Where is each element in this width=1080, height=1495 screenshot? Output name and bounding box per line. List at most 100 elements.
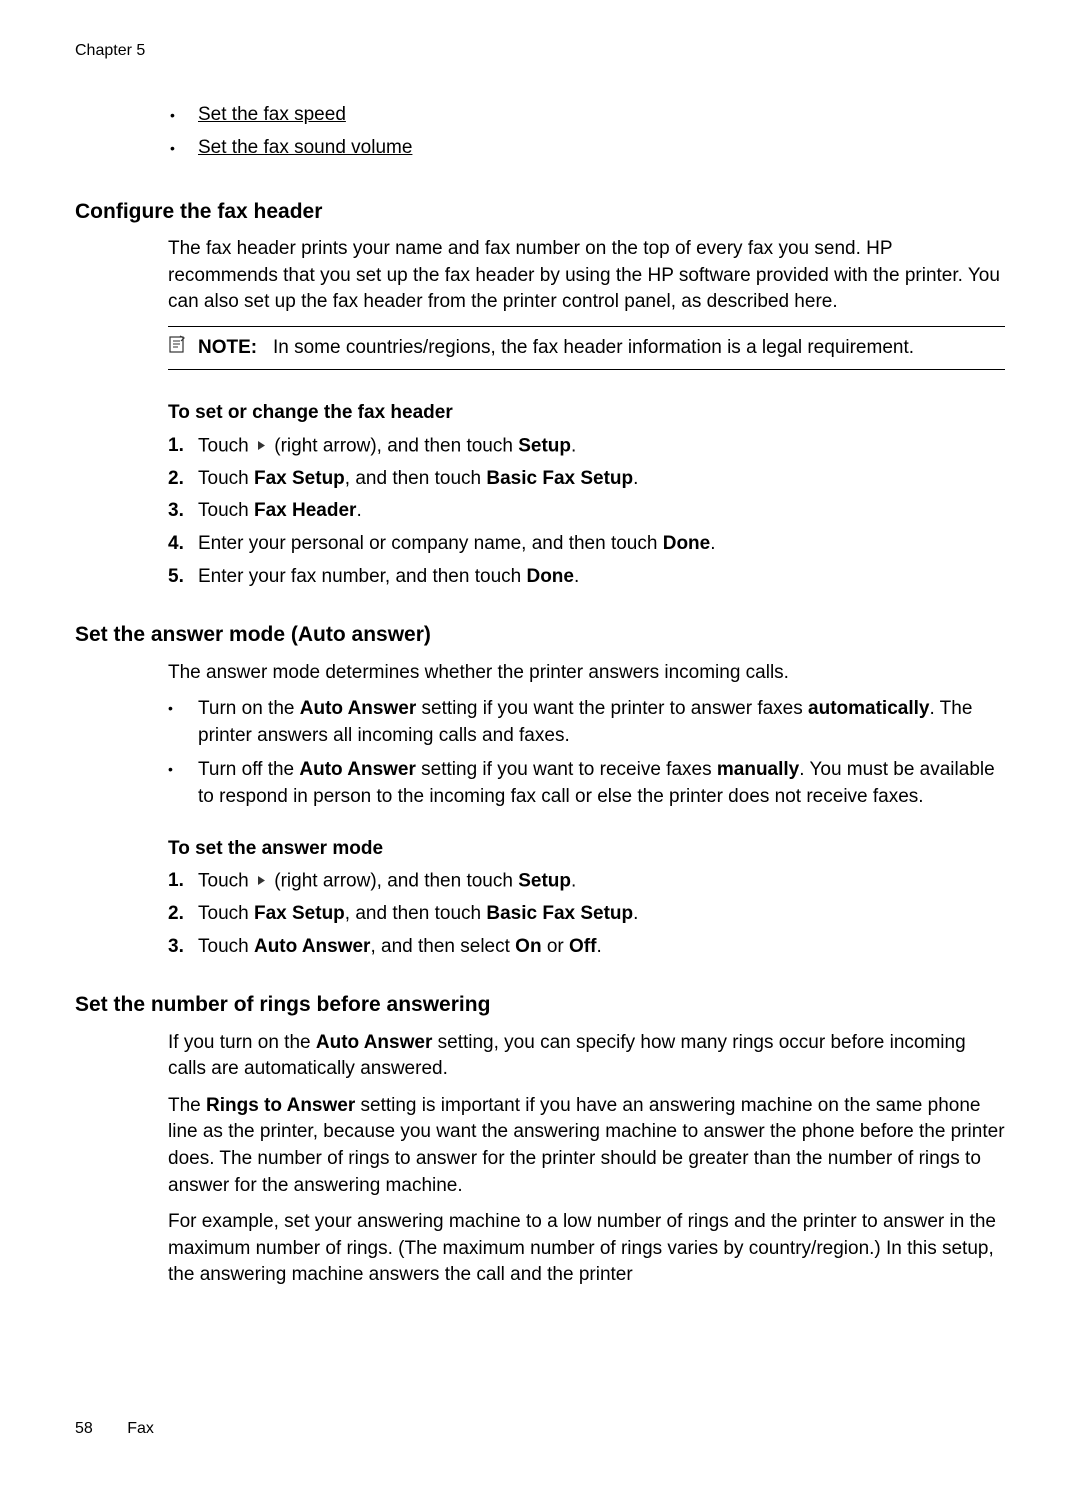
list-item: 3. Touch Auto Answer, and then select On… xyxy=(168,934,1005,961)
text: . xyxy=(571,435,576,456)
list-item: • Turn off the Auto Answer setting if yo… xyxy=(168,757,1005,810)
step-number: 2. xyxy=(168,466,198,493)
text: Touch xyxy=(198,468,254,489)
text-bold: Basic Fax Setup xyxy=(486,903,633,924)
text: Touch xyxy=(198,936,254,957)
text-bold: Auto Answer xyxy=(299,759,415,780)
section-heading: Set the answer mode (Auto answer) xyxy=(75,620,1005,649)
section-configure-fax-header: Configure the fax header The fax header … xyxy=(75,197,1005,591)
text: Touch xyxy=(198,435,254,456)
text-bold: Setup xyxy=(518,435,571,456)
paragraph: The Rings to Answer setting is important… xyxy=(168,1093,1005,1199)
note-icon xyxy=(168,335,198,362)
step-content: Touch Fax Setup, and then touch Basic Fa… xyxy=(198,901,1005,928)
top-links-list: • Set the fax speed • Set the fax sound … xyxy=(170,102,1005,161)
step-number: 5. xyxy=(168,564,198,591)
section-heading: Set the number of rings before answering xyxy=(75,990,1005,1019)
intro-paragraph: The fax header prints your name and fax … xyxy=(168,236,1005,316)
list-item: 3. Touch Fax Header. xyxy=(168,498,1005,525)
step-content: Touch (right arrow), and then touch Setu… xyxy=(198,868,1005,895)
page-number: 58 xyxy=(75,1420,93,1437)
right-arrow-icon xyxy=(256,868,267,895)
text: setting if you want to receive faxes xyxy=(416,759,717,780)
text: Turn off the xyxy=(198,759,299,780)
page-footer: 58 Fax xyxy=(75,1418,154,1440)
footer-section: Fax xyxy=(127,1420,154,1437)
text: . xyxy=(633,903,638,924)
text: , and then touch xyxy=(345,903,487,924)
link-set-fax-speed[interactable]: Set the fax speed xyxy=(198,102,346,129)
text: (right arrow), and then touch xyxy=(269,870,518,891)
text: Touch xyxy=(198,870,254,891)
bullet-icon: • xyxy=(168,757,198,810)
text-bold: Fax Header xyxy=(254,500,356,521)
sub-heading: To set the answer mode xyxy=(168,836,1005,863)
list-item: 1. Touch (right arrow), and then touch S… xyxy=(168,433,1005,460)
right-arrow-icon xyxy=(256,433,267,460)
text: or xyxy=(542,936,569,957)
text: Enter your fax number, and then touch xyxy=(198,566,526,587)
text-bold: Auto Answer xyxy=(316,1032,432,1053)
list-item: • Turn on the Auto Answer setting if you… xyxy=(168,696,1005,749)
list-item: 4. Enter your personal or company name, … xyxy=(168,531,1005,558)
step-number: 2. xyxy=(168,901,198,928)
text: If you turn on the xyxy=(168,1032,316,1053)
text-bold: Fax Setup xyxy=(254,468,345,489)
text-bold: Fax Setup xyxy=(254,903,345,924)
step-number: 1. xyxy=(168,433,198,460)
text-bold: Done xyxy=(663,533,711,554)
text: Turn on the xyxy=(198,698,300,719)
paragraph: For example, set your answering machine … xyxy=(168,1209,1005,1289)
text-bold: manually xyxy=(717,759,799,780)
step-content: Enter your fax number, and then touch Do… xyxy=(198,564,1005,591)
bullet-icon: • xyxy=(170,106,198,126)
bullet-content: Turn on the Auto Answer setting if you w… xyxy=(198,696,1005,749)
list-item: 1. Touch (right arrow), and then touch S… xyxy=(168,868,1005,895)
bullet-list: • Turn on the Auto Answer setting if you… xyxy=(168,696,1005,810)
list-item: 2. Touch Fax Setup, and then touch Basic… xyxy=(168,901,1005,928)
note-label: NOTE: xyxy=(198,337,257,358)
link-item: • Set the fax sound volume xyxy=(170,135,1005,162)
text-bold: Done xyxy=(526,566,574,587)
step-content: Touch (right arrow), and then touch Setu… xyxy=(198,433,1005,460)
numbered-list: 1. Touch (right arrow), and then touch S… xyxy=(168,433,1005,590)
text: Touch xyxy=(198,500,254,521)
chapter-label: Chapter 5 xyxy=(75,40,1005,62)
note-text: In some countries/regions, the fax heade… xyxy=(273,337,914,358)
text-bold: automatically xyxy=(808,698,929,719)
text: The xyxy=(168,1095,206,1116)
step-number: 4. xyxy=(168,531,198,558)
text-bold: Auto Answer xyxy=(254,936,370,957)
text: . xyxy=(571,870,576,891)
link-item: • Set the fax speed xyxy=(170,102,1005,129)
note-text xyxy=(262,337,273,358)
note-content: NOTE: In some countries/regions, the fax… xyxy=(198,335,1005,362)
text-bold: Basic Fax Setup xyxy=(486,468,633,489)
section-set-number-rings: Set the number of rings before answering… xyxy=(75,990,1005,1289)
step-content: Touch Fax Setup, and then touch Basic Fa… xyxy=(198,466,1005,493)
list-item: 2. Touch Fax Setup, and then touch Basic… xyxy=(168,466,1005,493)
bullet-content: Turn off the Auto Answer setting if you … xyxy=(198,757,1005,810)
step-number: 1. xyxy=(168,868,198,895)
step-content: Enter your personal or company name, and… xyxy=(198,531,1005,558)
link-set-fax-sound-volume[interactable]: Set the fax sound volume xyxy=(198,135,412,162)
section-heading: Configure the fax header xyxy=(75,197,1005,226)
text-bold: Rings to Answer xyxy=(206,1095,355,1116)
text: . xyxy=(356,500,361,521)
step-content: Touch Auto Answer, and then select On or… xyxy=(198,934,1005,961)
text: . xyxy=(574,566,579,587)
text: , and then touch xyxy=(345,468,487,489)
bullet-icon: • xyxy=(170,139,198,159)
step-number: 3. xyxy=(168,498,198,525)
text: . xyxy=(633,468,638,489)
step-content: Touch Fax Header. xyxy=(198,498,1005,525)
text: Enter your personal or company name, and… xyxy=(198,533,663,554)
text-bold: Setup xyxy=(518,870,571,891)
text-bold: On xyxy=(515,936,541,957)
numbered-list: 1. Touch (right arrow), and then touch S… xyxy=(168,868,1005,960)
text: setting if you want the printer to answe… xyxy=(416,698,808,719)
intro-paragraph: The answer mode determines whether the p… xyxy=(168,660,1005,687)
sub-heading: To set or change the fax header xyxy=(168,400,1005,427)
text: . xyxy=(710,533,715,554)
step-number: 3. xyxy=(168,934,198,961)
